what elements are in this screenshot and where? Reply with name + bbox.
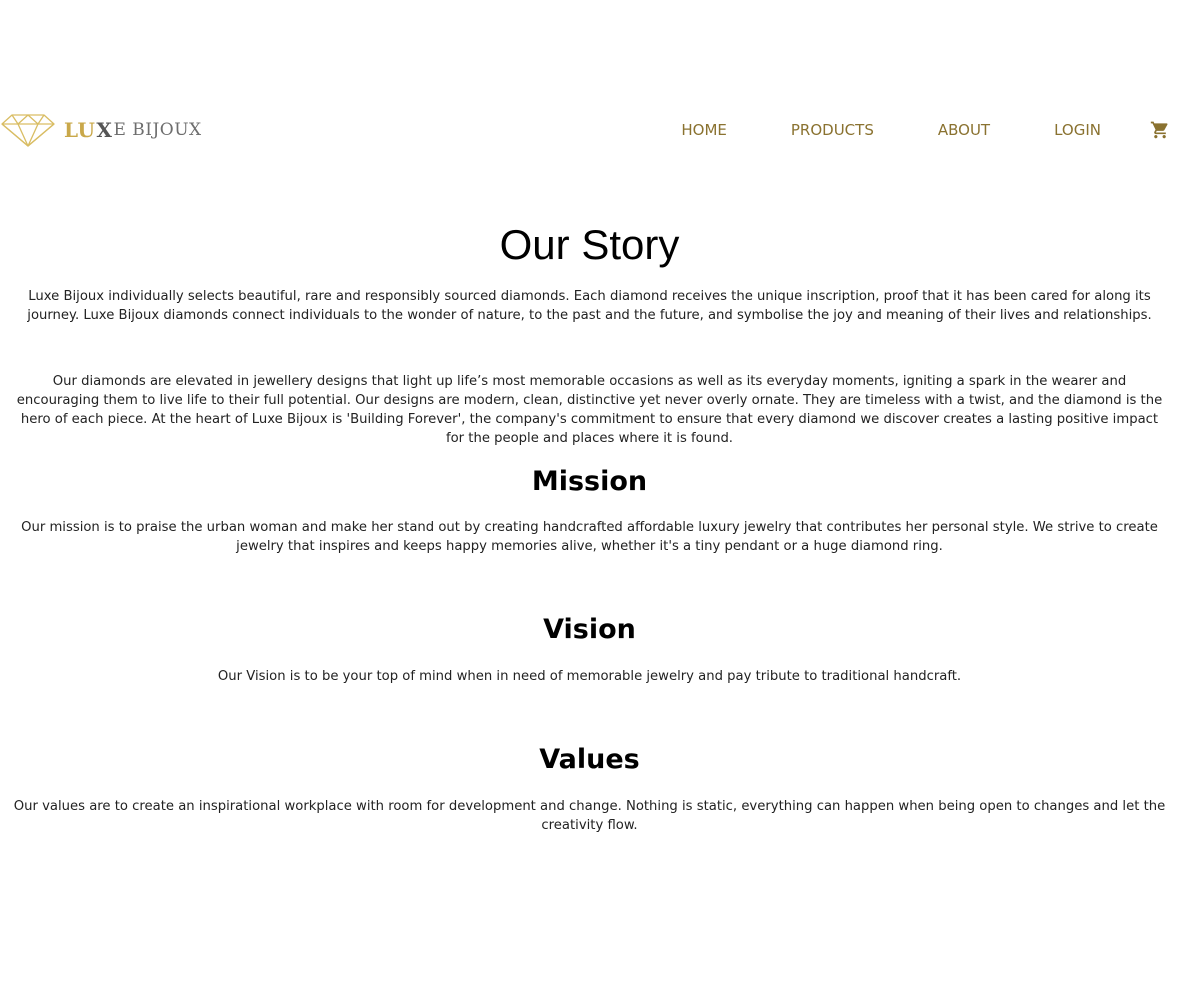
nav-about-link[interactable]: ABOUT <box>938 121 990 139</box>
diamond-logo-icon <box>1 114 55 147</box>
main-nav: HOME PRODUCTS ABOUT LOGIN <box>681 108 1179 152</box>
page-title: Our Story <box>499 221 680 268</box>
site-header: LU X E BIJOUX HOME PRODUCTS ABOUT LOGIN <box>0 108 1179 152</box>
vision-heading: Vision <box>543 614 636 645</box>
nav-home-link[interactable]: HOME <box>681 121 727 139</box>
values-heading: Values <box>539 744 640 775</box>
mission-text: Our mission is to praise the urban woman… <box>21 520 1158 554</box>
values-text: Our values are to create an inspirationa… <box>13 799 1166 833</box>
vision-text: Our Vision is to be your top of mind whe… <box>217 669 962 684</box>
about-content: Our Story Luxe Bijoux individually selec… <box>0 218 1179 835</box>
shopping-cart-icon[interactable] <box>1149 119 1171 141</box>
nav-products-link[interactable]: PRODUCTS <box>791 121 874 139</box>
nav-login-link[interactable]: LOGIN <box>1054 121 1101 139</box>
logo-text-lu: LU <box>64 118 96 142</box>
story-paragraph-1: Luxe Bijoux individually selects beautif… <box>27 289 1152 323</box>
logo-text-x: X <box>96 118 113 142</box>
logo-link[interactable]: LU X E BIJOUX <box>0 112 202 148</box>
mission-heading: Mission <box>531 466 648 497</box>
story-paragraph-2: Our diamonds are elevated in jewellery d… <box>16 374 1163 446</box>
logo-wordmark: LU X E BIJOUX <box>64 120 202 140</box>
logo-text-rest: E BIJOUX <box>113 119 202 140</box>
